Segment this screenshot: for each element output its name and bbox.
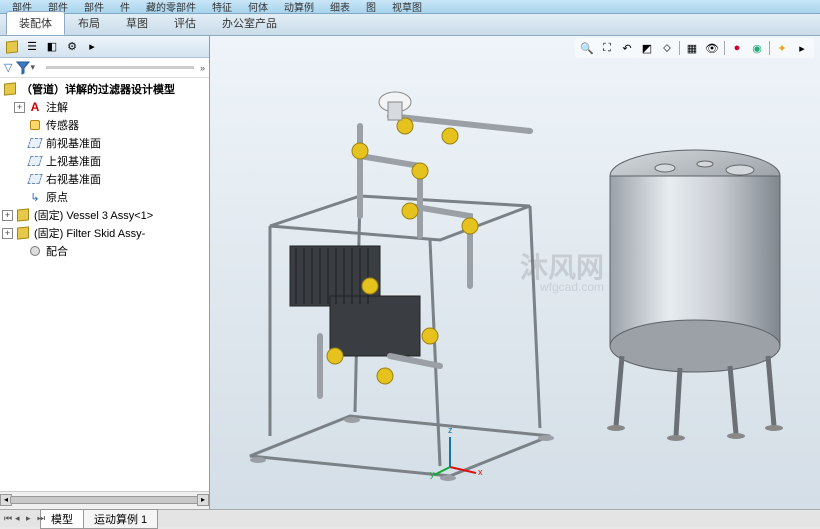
expander-icon[interactable]: + <box>2 228 13 239</box>
tree-node-vessel-assy[interactable]: + (固定) Vessel 3 Assy<1> <box>0 206 209 224</box>
first-tab-icon[interactable]: ⏮ <box>4 513 14 524</box>
bottom-tab-motion-study[interactable]: 运动算例 1 <box>83 509 158 529</box>
tree-node-right-plane[interactable]: 右视基准面 <box>0 170 209 188</box>
slider-thumb[interactable] <box>10 496 199 504</box>
axis-y-label: y <box>430 469 435 479</box>
annotation-icon: A <box>27 99 43 115</box>
slider-right[interactable]: ▸ <box>197 494 209 506</box>
feature-manager-panel: ☰ ◧ ⚙ ▸ ▽ ▾ » （管道）详解的过滤器设计模型 + A 注解 <box>0 36 210 509</box>
tab-layout[interactable]: 布局 <box>65 11 113 35</box>
last-tab-icon[interactable]: ⏭ <box>37 513 47 524</box>
origin-icon: ↳ <box>27 189 43 205</box>
tree-node-mates[interactable]: 配合 <box>0 242 209 260</box>
feature-manager-toolbar: ☰ ◧ ⚙ ▸ <box>0 36 209 58</box>
assembly-icon <box>2 81 18 97</box>
filter-dropdown[interactable]: ▾ <box>30 62 40 73</box>
filter-clear-icon[interactable]: ▽ <box>4 61 12 74</box>
subassembly-icon <box>15 225 31 241</box>
plane-icon <box>27 153 43 169</box>
tree-filter-row: ▽ ▾ » <box>0 58 209 78</box>
prev-tab-icon[interactable]: ◂ <box>15 513 25 524</box>
ribbon-chunk: 图 <box>366 0 376 14</box>
tab-office[interactable]: 办公室产品 <box>209 11 290 35</box>
sensor-icon <box>27 117 43 133</box>
assembly-tree-icon[interactable] <box>4 39 20 55</box>
expander-icon[interactable]: + <box>14 102 25 113</box>
ribbon-chunk: 视草图 <box>392 0 422 14</box>
axis-x-label: x <box>478 467 483 477</box>
orientation-triad[interactable]: x z y <box>430 419 490 479</box>
display-pane-icon[interactable]: ☰ <box>24 39 40 55</box>
tree-node-filter-skid-assy[interactable]: + (固定) Filter Skid Assy- <box>0 224 209 242</box>
tree-node-annotations[interactable]: + A 注解 <box>0 98 209 116</box>
expander-icon[interactable]: + <box>2 210 13 221</box>
ribbon-chunk: 细表 <box>330 0 350 14</box>
tree-node-top-plane[interactable]: 上视基准面 <box>0 152 209 170</box>
tree-node-front-plane[interactable]: 前视基准面 <box>0 134 209 152</box>
split-icon[interactable]: ▸ <box>84 39 100 55</box>
tree-root[interactable]: （管道）详解的过滤器设计模型 <box>0 80 209 98</box>
graphics-viewport[interactable]: 🔍 ⛶ ↶ ◩ ⬦ ▦ 👁 ● ◉ ✦ ▸ <box>210 36 820 509</box>
config-icon[interactable]: ⚙ <box>64 39 80 55</box>
filter-expand-icon[interactable]: » <box>200 63 205 73</box>
command-manager-tabs: 装配体 布局 草图 评估 办公室产品 <box>0 14 820 36</box>
bottom-tab-strip: ⏮ ◂ ▸ ⏭ 模型 运动算例 1 <box>0 509 820 527</box>
tab-sketch[interactable]: 草图 <box>113 11 161 35</box>
plane-icon <box>27 135 43 151</box>
model-render <box>210 36 820 509</box>
tab-assembly[interactable]: 装配体 <box>6 11 65 35</box>
next-tab-icon[interactable]: ▸ <box>26 513 36 524</box>
tab-evaluate[interactable]: 评估 <box>161 11 209 35</box>
mates-icon <box>27 243 43 259</box>
subassembly-icon <box>15 207 31 223</box>
plane-icon <box>27 171 43 187</box>
filter-bar <box>46 66 194 69</box>
axis-z-label: z <box>448 425 453 435</box>
tree-splitter-slider[interactable]: ◂ ▸ <box>0 491 209 509</box>
feature-tree[interactable]: （管道）详解的过滤器设计模型 + A 注解 传感器 前视基准面 上视基准面 <box>0 78 209 491</box>
main-area: ☰ ◧ ⚙ ▸ ▽ ▾ » （管道）详解的过滤器设计模型 + A 注解 <box>0 36 820 509</box>
tree-node-origin[interactable]: ↳ 原点 <box>0 188 209 206</box>
funnel-icon[interactable] <box>16 61 30 75</box>
bottom-tab-nav: ⏮ ◂ ▸ ⏭ <box>4 513 47 524</box>
tree-node-sensors[interactable]: 传感器 <box>0 116 209 134</box>
cube-icon[interactable]: ◧ <box>44 39 60 55</box>
